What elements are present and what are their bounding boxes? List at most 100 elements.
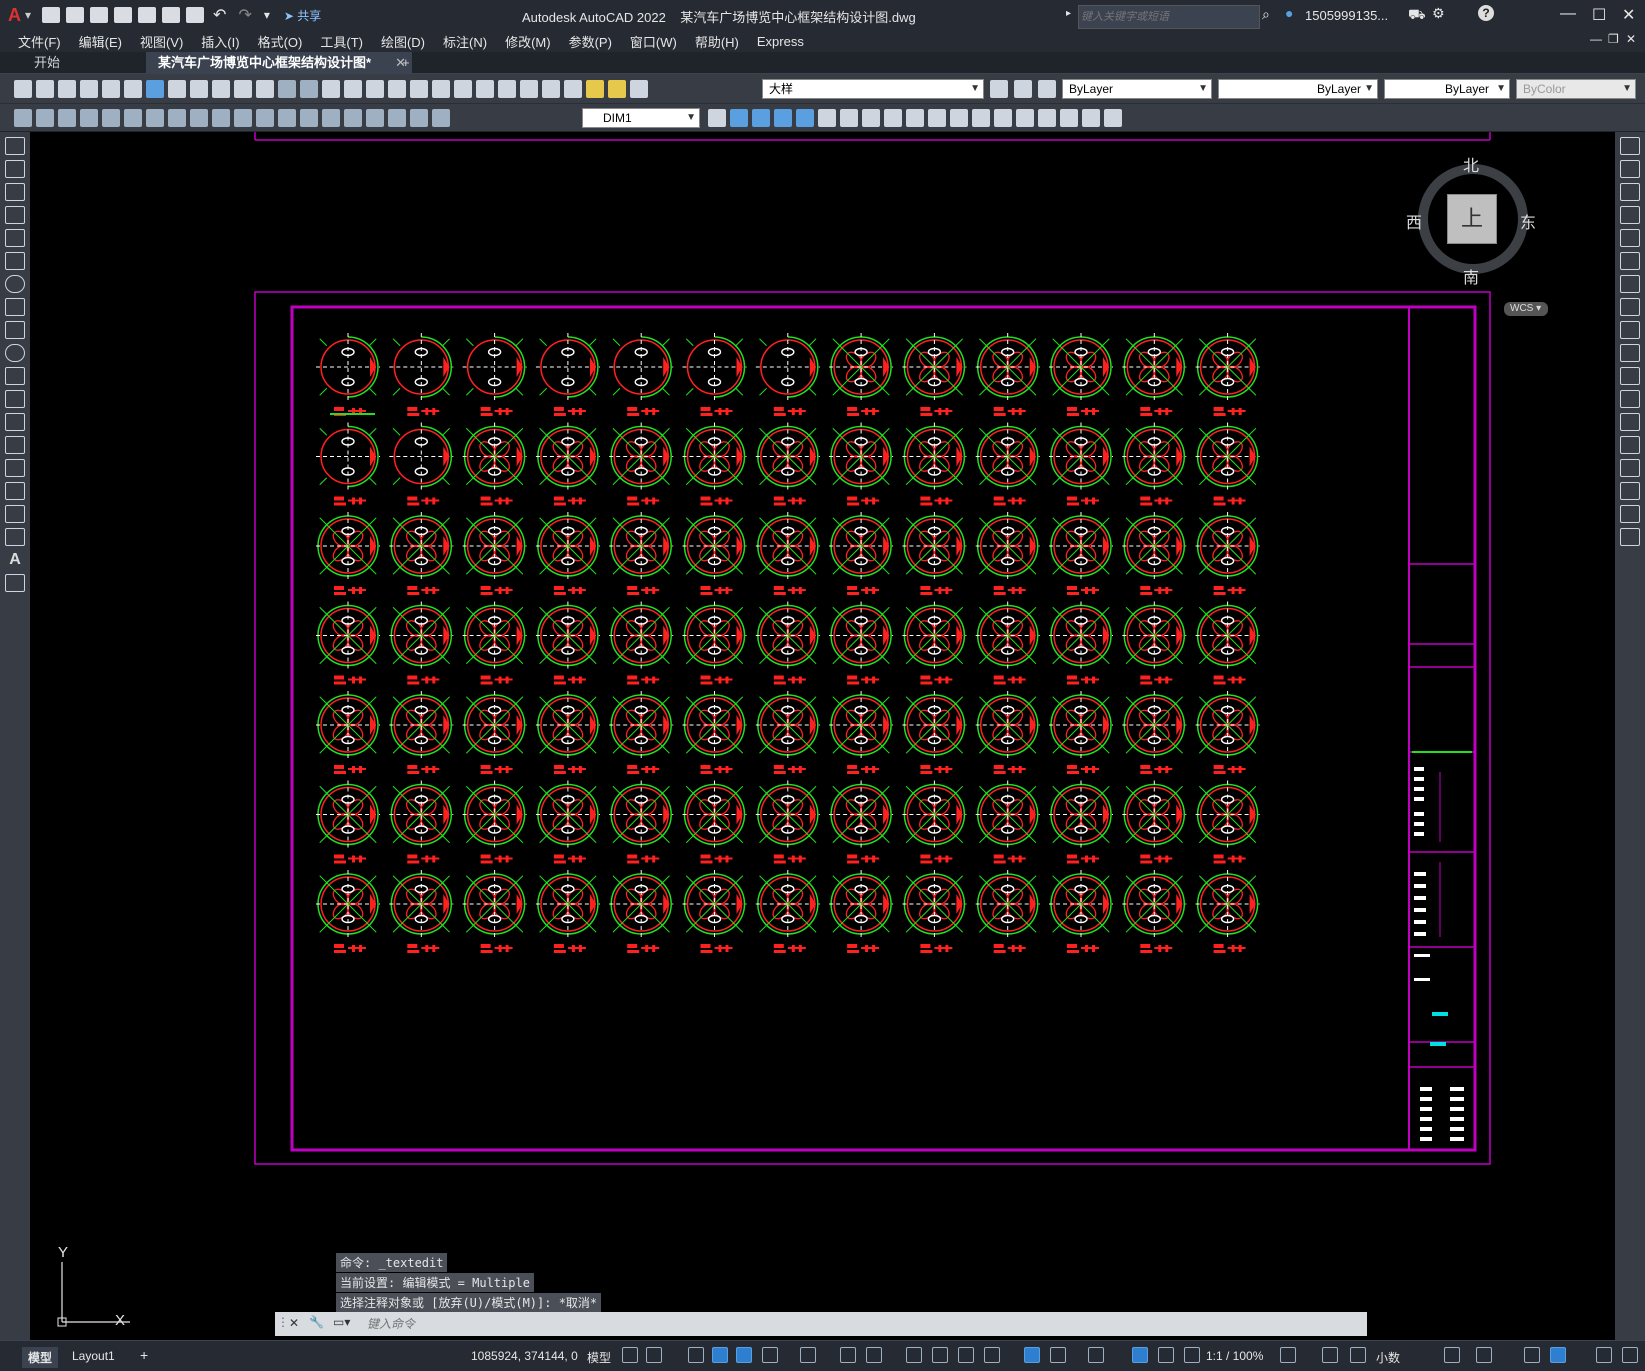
solid-union-icon[interactable] <box>928 109 946 127</box>
zoom-realtime-icon[interactable] <box>344 80 362 98</box>
rectangle-icon[interactable] <box>5 229 25 247</box>
menu-view[interactable]: 视图(V) <box>140 32 183 51</box>
spline-icon[interactable] <box>5 321 25 339</box>
block-editor-icon[interactable] <box>256 80 274 98</box>
isolate-objects-icon[interactable] <box>1524 1347 1540 1363</box>
ellipse-arc-icon[interactable] <box>5 367 25 385</box>
cart-icon[interactable]: ⛟ <box>1408 6 1426 25</box>
menu-dimension[interactable]: 标注(N) <box>443 32 487 51</box>
new-tab-button[interactable]: + <box>390 52 422 74</box>
break-icon[interactable] <box>1620 413 1640 431</box>
dim-continue-icon[interactable] <box>234 109 252 127</box>
menu-express[interactable]: Express <box>757 34 804 49</box>
search-input[interactable] <box>1078 5 1260 29</box>
dynamic-ucs-icon[interactable] <box>1024 1347 1040 1363</box>
command-input[interactable] <box>365 1314 1359 1334</box>
viewcube-top-face[interactable]: 上 <box>1447 194 1497 244</box>
draworder-back-icon[interactable] <box>752 109 770 127</box>
doc-close-button[interactable]: ✕ <box>1626 32 1636 46</box>
workspace-gear-icon[interactable] <box>1280 1347 1296 1363</box>
open-from-web-icon[interactable] <box>138 7 157 23</box>
line-icon[interactable] <box>5 137 25 155</box>
dim-aligned-icon[interactable] <box>36 109 54 127</box>
customize-status-icon[interactable] <box>1622 1347 1638 1363</box>
redo-tb-icon[interactable] <box>300 80 318 98</box>
graphics-performance-icon[interactable] <box>1550 1347 1566 1363</box>
viewcube[interactable]: 上 北 南 西 东 <box>1406 152 1538 292</box>
insert-block-icon[interactable] <box>5 390 25 408</box>
bring-leaders-front-icon[interactable] <box>862 109 880 127</box>
infer-constraints-icon[interactable] <box>688 1347 704 1363</box>
pan-icon[interactable] <box>322 80 340 98</box>
dim-text-edit-icon[interactable] <box>410 109 428 127</box>
menu-tools[interactable]: 工具(T) <box>320 32 363 51</box>
new-icon[interactable] <box>42 7 61 23</box>
zoom-previous-icon[interactable] <box>388 80 406 98</box>
markup-icon[interactable] <box>498 80 516 98</box>
design-center-icon[interactable] <box>432 80 450 98</box>
recent-commands-icon[interactable]: ▭▾ <box>333 1315 350 1329</box>
transparency-icon[interactable] <box>932 1347 948 1363</box>
menu-insert[interactable]: 插入(I) <box>201 32 239 51</box>
ortho-mode-icon[interactable] <box>736 1347 752 1363</box>
annotation-scale-value[interactable]: 1:1 / 100% <box>1206 1349 1263 1363</box>
lineweight-icon[interactable] <box>906 1347 922 1363</box>
menu-help[interactable]: 帮助(H) <box>695 32 739 51</box>
user-name[interactable]: 1505999135... <box>1305 8 1388 23</box>
quickcalc-icon[interactable] <box>520 80 538 98</box>
dim-diameter-icon[interactable] <box>146 109 164 127</box>
dim-arc-icon[interactable] <box>58 109 76 127</box>
draworder-front-icon[interactable] <box>730 109 748 127</box>
lock-ui-icon[interactable] <box>1476 1347 1492 1363</box>
model-space-button[interactable]: 模型 <box>587 1349 611 1366</box>
layout-tab-model[interactable]: 模型 <box>22 1347 59 1368</box>
search-icon[interactable]: ⌕ <box>1262 6 1270 23</box>
trim-icon[interactable] <box>1620 344 1640 362</box>
shell-icon[interactable] <box>1104 109 1122 127</box>
mtext-icon[interactable]: A <box>0 551 30 569</box>
units-value[interactable]: 小数 <box>1376 1349 1400 1366</box>
grid-icon[interactable] <box>622 1347 638 1363</box>
blend-curves-icon[interactable] <box>1620 505 1640 523</box>
dim-edit-icon[interactable] <box>388 109 406 127</box>
plot-preview-icon[interactable] <box>102 80 120 98</box>
redo-icon[interactable]: ↷ <box>238 5 251 25</box>
tolerance-icon[interactable] <box>300 109 318 127</box>
help-tb-icon[interactable] <box>542 80 560 98</box>
array-icon[interactable] <box>1620 229 1640 247</box>
circle-icon[interactable] <box>5 275 25 293</box>
layout-tab-layout1[interactable]: Layout1 <box>72 1349 115 1363</box>
layer-lock-icon[interactable] <box>630 80 648 98</box>
menu-edit[interactable]: 编辑(E) <box>79 32 122 51</box>
plotstyle-dropdown[interactable]: ByColor ▼ <box>1516 79 1636 99</box>
chamfer-icon[interactable] <box>1620 459 1640 477</box>
dim-space-icon[interactable] <box>256 109 274 127</box>
layer-dropdown[interactable]: 大样 ▼ <box>762 79 984 99</box>
layer-on-icon[interactable] <box>586 80 604 98</box>
selection-cycling-icon[interactable] <box>958 1347 974 1363</box>
polyline-icon[interactable] <box>5 183 25 201</box>
solid-subtract-icon[interactable] <box>950 109 968 127</box>
polar-tracking-icon[interactable] <box>762 1347 778 1363</box>
lineweight-dropdown[interactable]: ByLayer ▼ <box>1384 79 1510 99</box>
open-file-icon[interactable] <box>36 80 54 98</box>
point-icon[interactable] <box>5 436 25 454</box>
polygon-icon[interactable] <box>5 206 25 224</box>
gizmo-icon[interactable] <box>1088 1347 1104 1363</box>
minimize-button[interactable]: — <box>1560 5 1576 23</box>
add-layout-button[interactable]: + <box>140 1347 148 1363</box>
fillet-icon[interactable] <box>1620 482 1640 500</box>
help-icon[interactable]: ? <box>1478 5 1494 21</box>
erase-icon[interactable] <box>1620 137 1640 155</box>
dimstyle-dropdown[interactable]: DIM1 ▼ <box>582 108 700 128</box>
thicken-icon[interactable] <box>1038 109 1056 127</box>
imprint-icon[interactable] <box>1060 109 1078 127</box>
properties-icon[interactable] <box>410 80 428 98</box>
linetype-dropdown[interactable]: ByLayer ▼ <box>1218 79 1378 99</box>
autodesk-app-icon[interactable]: ⚙ <box>1432 5 1445 22</box>
maximize-button[interactable]: ☐ <box>1592 5 1606 25</box>
cmdline-grip-icon[interactable]: ⋮ <box>277 1315 289 1329</box>
join-icon[interactable] <box>1620 436 1640 454</box>
make-current-layer-icon[interactable] <box>990 80 1008 98</box>
scale-icon[interactable] <box>1620 298 1640 316</box>
